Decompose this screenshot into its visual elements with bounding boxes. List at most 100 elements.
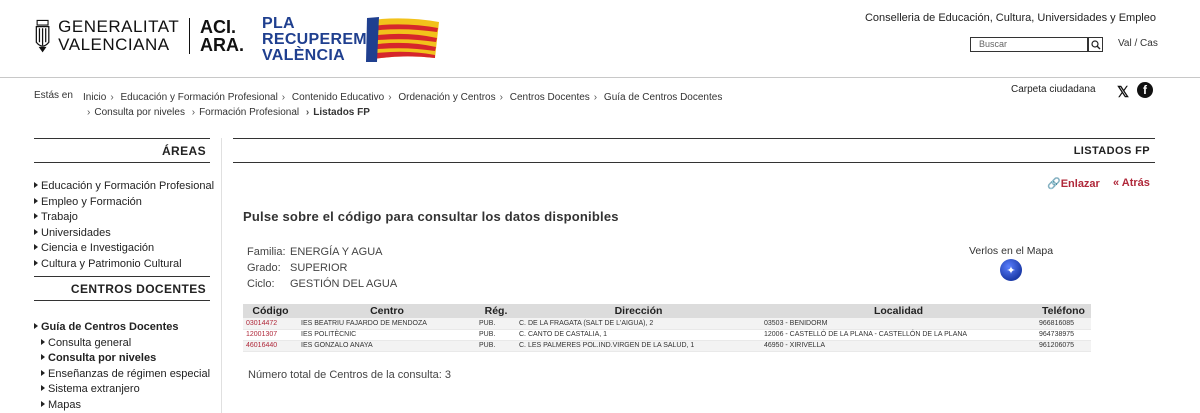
search-icon bbox=[1090, 39, 1100, 49]
centre-regime: PUB. bbox=[476, 318, 516, 330]
triangle-right-icon bbox=[41, 385, 45, 392]
site-header: GENERALITAT VALENCIANA ACI. ARA. PLA REC… bbox=[0, 0, 1200, 78]
triangle-right-icon bbox=[34, 244, 38, 251]
ciclo-row: Ciclo: GESTIÓN DEL AGUA bbox=[247, 276, 397, 292]
triangle-right-icon bbox=[34, 259, 38, 266]
centre-code-link[interactable]: 03014472 bbox=[243, 318, 298, 330]
triangle-right-icon bbox=[34, 323, 38, 329]
table-row: 12001307 IES POLITÈCNIC PUB. C. CANTO DE… bbox=[243, 329, 1091, 341]
centre-address: C. LES PALMERES POL.IND.VIRGEN DE LA SAL… bbox=[516, 340, 761, 352]
sidebar-item-consulta-general[interactable]: Consulta general bbox=[34, 336, 210, 352]
breadcrumb-item[interactable]: › Formación Profesional bbox=[188, 107, 299, 118]
grado-value: SUPERIOR bbox=[290, 262, 348, 274]
centre-name: IES GONZALO ANAYA bbox=[298, 340, 476, 352]
centre-name: IES BEATRIU FAJARDO DE MENDOZA bbox=[298, 318, 476, 330]
chevron-right-icon: › bbox=[499, 92, 503, 103]
familia-row: Familia: ENERGÍA Y AGUA bbox=[247, 244, 397, 260]
map-link-label[interactable]: Verlos en el Mapa bbox=[969, 245, 1053, 257]
familia-label: Familia: bbox=[247, 246, 286, 258]
globe-map-icon[interactable]: ✦ bbox=[1000, 259, 1022, 281]
logo-divider bbox=[189, 18, 190, 54]
table-row: 46016440 IES GONZALO ANAYA PUB. C. LES P… bbox=[243, 340, 1091, 352]
senyera-flag-icon bbox=[366, 17, 439, 62]
ciclo-label: Ciclo: bbox=[247, 278, 275, 290]
breadcrumb-item[interactable]: Inicio › bbox=[83, 92, 118, 103]
grado-row: Grado: SUPERIOR bbox=[247, 260, 397, 276]
sidebar-item-guia[interactable]: Guía de Centros Docentes bbox=[34, 320, 210, 336]
centres-table: Código Centro Rég. Dirección Localidad T… bbox=[243, 304, 1091, 352]
sidebar-item-educacion[interactable]: Educación y Formación Profesional bbox=[34, 179, 214, 195]
col-header-reg[interactable]: Rég. bbox=[476, 304, 516, 318]
familia-value: ENERGÍA Y AGUA bbox=[290, 246, 383, 258]
aci-ara-wordmark: ACI. ARA. bbox=[200, 17, 244, 55]
search-button[interactable] bbox=[1088, 37, 1103, 52]
sidebar-item-consulta-niveles[interactable]: Consulta por niveles bbox=[34, 351, 210, 367]
carpeta-ciudadana-link[interactable]: Carpeta ciudadana bbox=[1011, 84, 1096, 95]
sidebar-item-regimen-especial[interactable]: Enseñanzas de régimen especial bbox=[34, 367, 210, 383]
sidebar-item-cultura[interactable]: Cultura y Patrimonio Cultural bbox=[34, 257, 210, 273]
conselleria-title: Conselleria de Educación, Cultura, Unive… bbox=[864, 12, 1156, 24]
triangle-right-icon bbox=[34, 213, 38, 220]
coat-of-arms-icon bbox=[35, 19, 50, 53]
chevron-right-icon: › bbox=[87, 107, 91, 118]
breadcrumb-item[interactable]: Ordenación y Centros › bbox=[398, 92, 507, 103]
sidebar-item-sistema-extranjero[interactable]: Sistema extranjero bbox=[34, 382, 210, 398]
centre-address: C. CANTO DE CASTALIA, 1 bbox=[516, 329, 761, 341]
col-header-telefono[interactable]: Teléfono bbox=[1036, 304, 1091, 318]
link-icon: 🔗 bbox=[1047, 178, 1061, 190]
sidebar-centros: CENTROS DOCENTES Guía de Centros Docente… bbox=[34, 276, 210, 413]
triangle-right-icon bbox=[34, 228, 38, 235]
table-header-row: Código Centro Rég. Dirección Localidad T… bbox=[243, 304, 1091, 318]
sidebar-item-ciencia[interactable]: Ciencia e Investigación bbox=[34, 241, 210, 257]
breadcrumb-label: Estás en bbox=[34, 90, 73, 101]
generalitat-logo[interactable]: GENERALITAT VALENCIANA ACI. ARA. bbox=[34, 13, 244, 59]
centre-locality: 03503 - BENIDORM bbox=[761, 318, 1036, 330]
language-switch[interactable]: Val / Cas bbox=[1118, 38, 1158, 49]
centre-phone: 964738975 bbox=[1036, 329, 1091, 341]
sidebar-item-empleo[interactable]: Empleo y Formación bbox=[34, 195, 210, 211]
centre-regime: PUB. bbox=[476, 329, 516, 341]
breadcrumb-item[interactable]: Centros Docentes › bbox=[510, 92, 601, 103]
centre-code-link[interactable]: 12001307 bbox=[243, 329, 298, 341]
triangle-right-icon bbox=[41, 369, 45, 376]
centre-phone: 961206075 bbox=[1036, 340, 1091, 352]
sidebar-centros-title: CENTROS DOCENTES bbox=[34, 276, 210, 301]
page-title: LISTADOS FP bbox=[233, 138, 1155, 163]
chevron-right-icon: › bbox=[305, 107, 310, 118]
col-header-codigo[interactable]: Código bbox=[243, 304, 298, 318]
search-input[interactable]: Buscar bbox=[970, 37, 1088, 52]
facebook-icon[interactable]: f bbox=[1137, 82, 1153, 98]
triangle-right-icon bbox=[34, 197, 38, 204]
chevron-right-icon: › bbox=[281, 92, 286, 103]
centre-regime: PUB. bbox=[476, 340, 516, 352]
centre-address: C. DE LA FRAGATA (SALT DE L'AIGUA), 2 bbox=[516, 318, 761, 330]
sidebar-item-mapas[interactable]: Mapas bbox=[34, 398, 210, 413]
breadcrumb-item[interactable]: Guía de Centros Docentes bbox=[604, 92, 722, 103]
breadcrumb-item[interactable]: › Consulta por niveles bbox=[83, 107, 185, 118]
col-header-centro[interactable]: Centro bbox=[298, 304, 476, 318]
back-link[interactable]: « Atrás bbox=[1113, 177, 1150, 189]
col-header-direccion[interactable]: Dirección bbox=[516, 304, 761, 318]
sidebar-item-trabajo[interactable]: Trabajo bbox=[34, 210, 210, 226]
ciclo-value: GESTIÓN DEL AGUA bbox=[290, 278, 398, 290]
centre-locality: 46950 - XIRIVELLA bbox=[761, 340, 1036, 352]
centre-code-link[interactable]: 46016440 bbox=[243, 340, 298, 352]
chevron-right-icon: › bbox=[110, 92, 114, 103]
triangle-right-icon bbox=[41, 400, 45, 407]
centre-name: IES POLITÈCNIC bbox=[298, 329, 476, 341]
breadcrumb-item[interactable]: Contenido Educativo › bbox=[292, 92, 396, 103]
breadcrumb-item[interactable]: Educación y Formación Profesional › bbox=[120, 92, 289, 103]
col-header-localidad[interactable]: Localidad bbox=[761, 304, 1036, 318]
sidebar-item-universidades[interactable]: Universidades bbox=[34, 226, 210, 242]
generalitat-wordmark: GENERALITAT VALENCIANA bbox=[58, 17, 180, 54]
table-row: 03014472 IES BEATRIU FAJARDO DE MENDOZA … bbox=[243, 318, 1091, 330]
centre-phone: 966816085 bbox=[1036, 318, 1091, 330]
breadcrumb: Inicio › Educación y Formación Profesiona… bbox=[83, 90, 723, 120]
pla-recuperem-logo[interactable]: PLA RECUPEREM VALÈNCIA bbox=[262, 14, 442, 64]
enlazar-link[interactable]: 🔗Enlazar bbox=[1047, 177, 1100, 190]
triangle-right-icon bbox=[34, 182, 38, 188]
chevron-right-icon: › bbox=[388, 92, 392, 103]
x-twitter-icon[interactable]: 𝕏 bbox=[1117, 83, 1129, 101]
triangle-right-icon bbox=[41, 354, 45, 361]
breadcrumb-current: › Listados FP bbox=[305, 107, 370, 118]
